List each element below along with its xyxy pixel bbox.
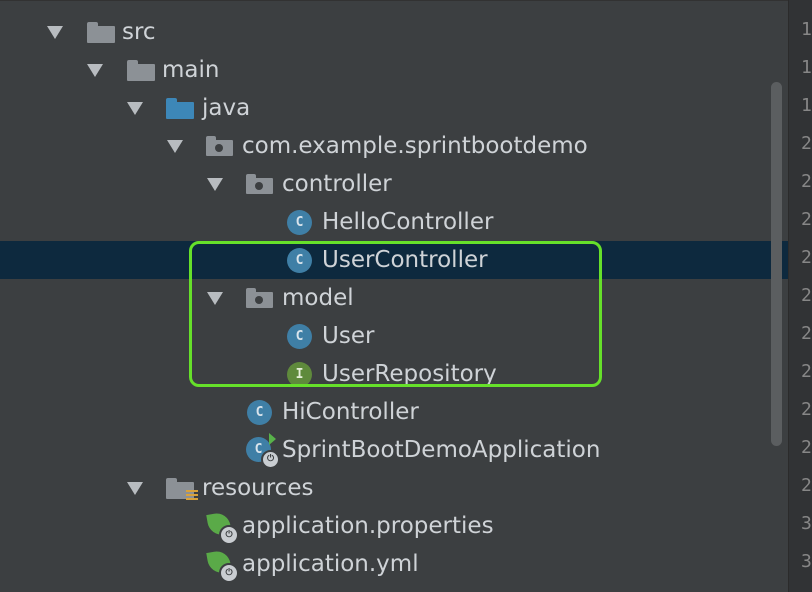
line-number: 2 (801, 285, 812, 306)
tree-node-sprintbootdemoapplication[interactable]: C ⏻ SprintBootDemoApplication (0, 431, 770, 469)
vertical-scrollbar[interactable] (771, 82, 782, 446)
tree-node-label: SprintBootDemoApplication (282, 437, 601, 463)
tree-node-label: application.properties (242, 513, 494, 539)
tree-node-usercontroller[interactable]: C UserController (0, 241, 788, 279)
class-icon: C (287, 317, 312, 355)
line-number: 2 (801, 399, 812, 420)
expand-arrow-icon[interactable] (83, 51, 107, 89)
expand-arrow-icon[interactable] (163, 127, 187, 165)
line-number: 3 (801, 513, 812, 534)
package-icon (246, 279, 273, 317)
tree-node-label: application.yml (242, 551, 419, 577)
tree-node-label: UserController (322, 247, 488, 273)
spring-config-file-icon: ⏻ (206, 507, 239, 545)
tree-node-hellocontroller[interactable]: C HelloController (0, 203, 770, 241)
line-number: 2 (801, 133, 812, 154)
source-folder-icon (166, 89, 194, 127)
tree-node-label: model (282, 285, 354, 311)
line-number: 2 (801, 323, 812, 344)
line-number: 3 (801, 551, 812, 572)
line-number: 2 (801, 475, 812, 496)
tree-node-application-yml[interactable]: ⏻ application.yml (0, 545, 770, 583)
class-icon: C (287, 203, 312, 241)
tree-node-user[interactable]: C User (0, 317, 770, 355)
tree-node-package-root[interactable]: com.example.sprintbootdemo (0, 127, 770, 165)
tree-node-label: java (202, 95, 251, 121)
expand-arrow-icon[interactable] (123, 469, 147, 507)
line-number: 2 (801, 209, 812, 230)
expand-arrow-icon[interactable] (43, 13, 67, 51)
spring-boot-app-icon: C ⏻ (246, 431, 280, 469)
line-number: 2 (801, 437, 812, 458)
line-number: 2 (801, 247, 812, 268)
line-number: 2 (801, 171, 812, 192)
tree-node-resources[interactable]: resources (0, 469, 770, 507)
line-number: 3 (801, 581, 812, 592)
spring-config-file-icon: ⏻ (206, 545, 239, 583)
tree-node-userrepository[interactable]: I UserRepository (0, 355, 770, 393)
tree-node-label: User (322, 323, 375, 349)
tree-node-label: controller (282, 171, 392, 197)
class-icon: C (247, 393, 272, 431)
line-number: 1 (801, 95, 812, 116)
line-number: 1 (801, 57, 812, 78)
tree-node-label: com.example.sprintbootdemo (242, 133, 588, 159)
tree-node-label: main (162, 57, 220, 83)
package-icon (206, 127, 233, 165)
tree-node-java[interactable]: java (0, 89, 770, 127)
folder-icon (87, 13, 115, 51)
tree-node-label: HiController (282, 399, 419, 425)
package-icon (246, 165, 273, 203)
tree-node-label: UserRepository (322, 361, 497, 387)
tree-node-src[interactable]: src (0, 13, 770, 51)
expand-arrow-icon[interactable] (123, 89, 147, 127)
line-number: 2 (801, 361, 812, 382)
tree-node-controller[interactable]: controller (0, 165, 770, 203)
expand-arrow-icon[interactable] (203, 279, 227, 317)
tree-node-model[interactable]: model (0, 279, 770, 317)
resources-folder-icon (166, 469, 198, 507)
tree-node-main[interactable]: main (0, 51, 770, 89)
tree-node-label: resources (202, 475, 314, 501)
tree-node-label: HelloController (322, 209, 494, 235)
project-tree[interactable]: src main java com.example.sprintbootdemo… (0, 0, 788, 592)
interface-icon: I (287, 355, 312, 393)
tree-node-label: src (122, 19, 156, 45)
editor-line-numbers: 1 1 1 2 2 2 2 2 2 2 2 2 2 3 3 3 (788, 0, 812, 592)
expand-arrow-icon[interactable] (203, 165, 227, 203)
tree-node-application-properties[interactable]: ⏻ application.properties (0, 507, 770, 545)
folder-icon (127, 51, 155, 89)
class-icon: C (287, 241, 312, 279)
line-number: 1 (801, 19, 812, 40)
tree-node-hicontroller[interactable]: C HiController (0, 393, 770, 431)
